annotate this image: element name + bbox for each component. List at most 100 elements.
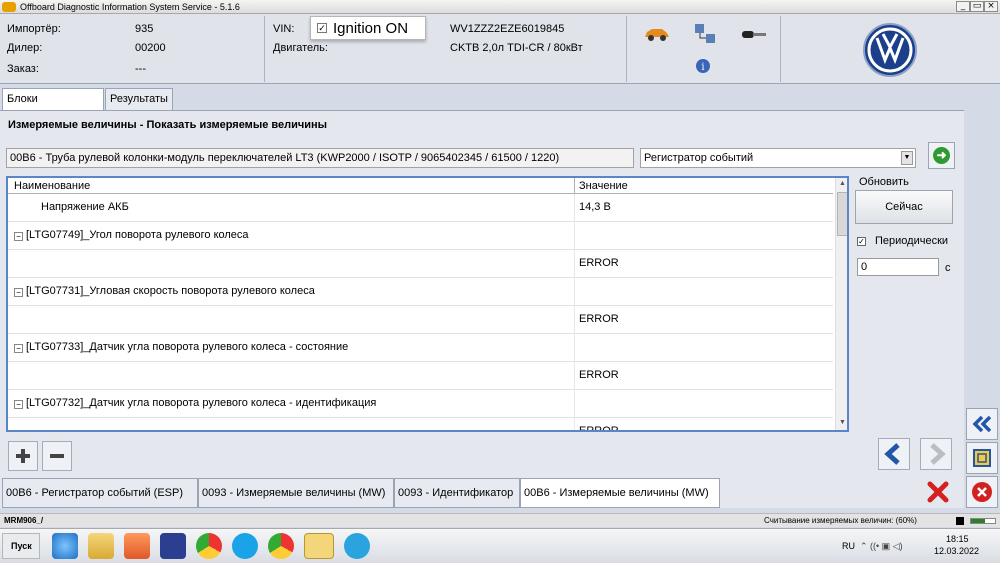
add-button[interactable]	[8, 441, 38, 471]
svg-text:i: i	[701, 62, 704, 73]
ignition-label: Ignition ON	[333, 20, 409, 37]
save-icon[interactable]	[160, 533, 186, 559]
window-toggle-button[interactable]	[966, 442, 998, 474]
explorer-icon[interactable]	[88, 533, 114, 559]
close-session-icon[interactable]	[926, 480, 950, 504]
vehicle-header: Импортёр: 935 Дилер: 00200 Заказ: --- VI…	[0, 14, 1000, 84]
tab-results[interactable]: Результаты	[105, 88, 173, 110]
divider	[574, 278, 575, 306]
divider	[780, 16, 781, 82]
table-row[interactable]: ERROR	[8, 418, 833, 430]
ignition-toggle[interactable]: ✓ Ignition ON	[310, 16, 426, 40]
session-tabs: 00B6 - Регистратор событий (ESP) 0093 - …	[0, 476, 964, 508]
row-name-text: [LTG07749]_Угол поворота рулевого колеса	[26, 229, 249, 241]
table-group-row[interactable]: − [LTG07731]_Угловая скорость поворота ру…	[8, 278, 833, 306]
interval-unit: с	[945, 262, 951, 274]
network-icon[interactable]	[693, 22, 717, 46]
back-button[interactable]	[878, 438, 910, 470]
key-icon[interactable]	[740, 26, 768, 42]
function-select-value: Регистратор событий	[644, 152, 754, 164]
close-window-button[interactable]: ×	[984, 1, 998, 12]
scroll-down-icon[interactable]: ▼	[837, 418, 847, 429]
info-icon[interactable]: i	[695, 58, 711, 74]
chevron-right-icon	[930, 443, 946, 465]
row-value: ERROR	[579, 257, 619, 269]
table-row[interactable]: ERROR	[8, 306, 833, 334]
collapse-icon[interactable]: −	[14, 400, 23, 409]
row-name: − [LTG07731]_Угловая скорость поворота ру…	[14, 285, 315, 297]
clock-date[interactable]: 12.03.2022	[934, 546, 979, 556]
chrome2-icon[interactable]	[268, 533, 294, 559]
vin-value: WV1ZZZ2EZE6019845	[450, 23, 565, 35]
lang-indicator[interactable]: RU	[842, 541, 855, 551]
tab-control-units[interactable]: Блоки управления	[2, 88, 104, 125]
row-name-text: [LTG07732]_Датчик угла поворота рулевого…	[26, 397, 377, 409]
table-scrollbar[interactable]: ▲ ▼	[835, 178, 847, 430]
start-button[interactable]: Пуск	[2, 533, 40, 559]
row-name-text: Напряжение АКБ	[41, 201, 129, 213]
periodic-label: Периодически	[875, 235, 949, 247]
session-tab[interactable]: 00B6 - Измеряемые величины (MW)	[520, 478, 720, 508]
status-bar: MRM906_/ Считывание измеряемых величин: …	[0, 513, 1000, 527]
ie-icon[interactable]	[52, 533, 78, 559]
scroll-thumb[interactable]	[837, 192, 847, 236]
column-header-name[interactable]: Наименование	[14, 179, 90, 193]
table-row[interactable]: ERROR	[8, 362, 833, 390]
skype-icon[interactable]	[232, 533, 258, 559]
session-tab[interactable]: 0093 - Идентификатор	[394, 478, 520, 508]
collapse-icon[interactable]: −	[14, 344, 23, 353]
exit-button[interactable]	[966, 476, 998, 508]
divider	[264, 16, 265, 82]
divider	[574, 250, 575, 278]
refresh-now-button[interactable]: Сейчас	[855, 190, 953, 224]
scroll-up-icon[interactable]: ▲	[837, 179, 847, 190]
module-field: 00B6 - Труба рулевой колонки-модуль пере…	[6, 148, 634, 168]
minus-icon	[50, 454, 64, 458]
divider	[574, 194, 575, 222]
divider	[574, 334, 575, 362]
chrome-icon[interactable]	[196, 533, 222, 559]
media-icon[interactable]	[124, 533, 150, 559]
table-group-row[interactable]: − [LTG07732]_Датчик угла поворота рулевог…	[8, 390, 833, 418]
taskbar: Пуск RU ⌃ ((• ▣ ◁) 18:15 12.03.2022	[0, 528, 1000, 563]
collapse-icon[interactable]: −	[14, 288, 23, 297]
chevron-left-icon	[884, 443, 900, 465]
column-header-value[interactable]: Значение	[579, 179, 628, 193]
values-table: Наименование Значение Напряжение АКБ 14,3…	[6, 176, 849, 432]
periodic-checkbox[interactable]: ✓	[857, 237, 866, 246]
engine-value: CKTB 2,0л TDI-CR / 80кВт	[450, 42, 583, 54]
minimize-button[interactable]: _	[956, 1, 970, 12]
window-title: Offboard Diagnostic Information System S…	[20, 2, 240, 12]
interval-input[interactable]: 0	[857, 258, 939, 276]
divider	[574, 390, 575, 418]
go-button[interactable]: ➜	[928, 142, 955, 169]
table-row[interactable]: ERROR	[8, 250, 833, 278]
chevron-down-icon[interactable]: ▼	[901, 151, 913, 165]
session-tab[interactable]: 00B6 - Регистратор событий (ESP)	[2, 478, 198, 508]
refresh-panel: Обновить Сейчас ✓ Периодически 0 с	[853, 176, 957, 280]
collapse-icon[interactable]: −	[14, 232, 23, 241]
vw-logo-icon	[862, 22, 918, 78]
odis-icon[interactable]	[304, 533, 334, 559]
clock-time[interactable]: 18:15	[946, 534, 969, 544]
row-name-text: [LTG07731]_Угловая скорость поворота рул…	[26, 285, 315, 297]
double-chevron-left-icon	[972, 415, 992, 433]
telegram-icon[interactable]	[344, 533, 370, 559]
session-tab[interactable]: 0093 - Измеряемые величины (MW)	[198, 478, 394, 508]
divider	[574, 306, 575, 334]
car-icon[interactable]	[643, 26, 671, 42]
importer-value: 935	[135, 23, 154, 35]
progress-fill	[971, 519, 986, 523]
maximize-button[interactable]: ▭	[970, 1, 984, 12]
table-row[interactable]: Напряжение АКБ 14,3 В	[8, 194, 833, 222]
forward-button[interactable]	[920, 438, 952, 470]
function-select[interactable]: Регистратор событий ▼	[640, 148, 916, 168]
table-group-row[interactable]: − [LTG07733]_Датчик угла поворота рулевог…	[8, 334, 833, 362]
collapse-panel-button[interactable]	[966, 408, 998, 440]
table-group-row[interactable]: − [LTG07749]_Угол поворота рулевого колес…	[8, 222, 833, 250]
page-title: Измеряемые величины - Показать измеряемы…	[8, 119, 328, 131]
app-logo-icon	[2, 2, 16, 12]
tray-icons[interactable]: ⌃ ((• ▣ ◁)	[860, 541, 903, 552]
remove-button[interactable]	[42, 441, 72, 471]
ignition-checkbox[interactable]: ✓	[317, 23, 327, 33]
